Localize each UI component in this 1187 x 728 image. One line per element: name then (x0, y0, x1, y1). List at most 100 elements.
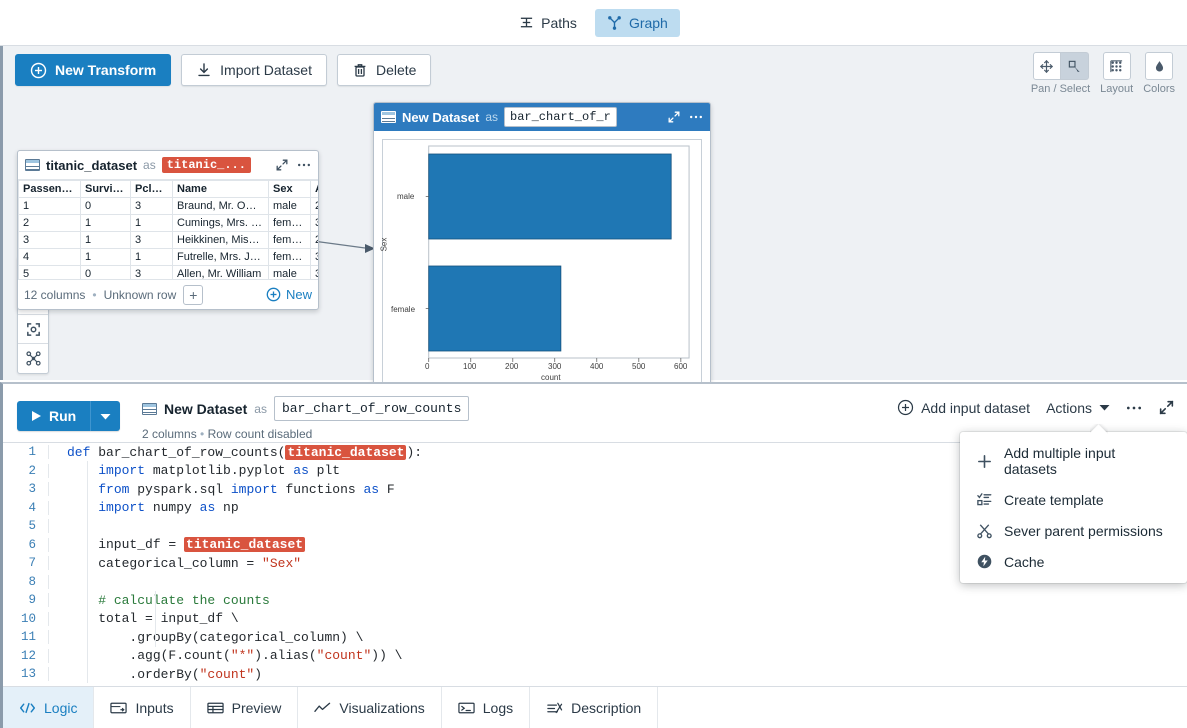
chevron-down-icon (1099, 404, 1110, 411)
bar-chart-svg (425, 145, 690, 362)
chart-line-icon (314, 701, 331, 715)
titanic-node-as-label: as (143, 158, 156, 172)
pan-icon[interactable] (1032, 52, 1061, 80)
titanic-new-button[interactable]: New (266, 287, 312, 302)
col-header: Pclass (130, 180, 173, 198)
line-number: 12 (3, 648, 49, 663)
colors-droplet-icon[interactable] (1145, 52, 1174, 80)
add-input-dataset-button[interactable]: Add input dataset (897, 399, 1030, 416)
tab-inputs[interactable]: Inputs (94, 687, 191, 728)
tab-description[interactable]: Description (530, 687, 659, 728)
tab-paths-label: Paths (541, 14, 577, 31)
line-number: 2 (3, 463, 49, 478)
graph-layout-icon[interactable] (18, 344, 48, 373)
bar-female (428, 265, 562, 352)
colors-label: Colors (1143, 83, 1175, 95)
titanic-node-footer: 12 columns • Unknown row + New (18, 279, 318, 309)
line-number: 9 (3, 593, 49, 608)
expand-icon[interactable] (275, 158, 289, 172)
code-text: # calculate the counts (98, 592, 270, 608)
code-text: def bar_chart_of_row_counts(titanic_data… (67, 444, 423, 460)
col-header: Ag (310, 180, 318, 198)
cell: female (268, 248, 311, 266)
cell: 1 (80, 248, 131, 266)
code-line: 10 total = input_df \ (3, 610, 1187, 629)
menu-item-add-multiple-input-datasets[interactable]: Add multiple input datasets (960, 438, 1187, 484)
cell: male (268, 265, 311, 279)
code-line: 12 .agg(F.count("*").alias("count")) \ (3, 647, 1187, 666)
colors-group: Colors (1143, 52, 1175, 95)
run-button[interactable]: Run (17, 401, 121, 431)
titanic-table-wrapper[interactable]: PassengerId Survived Pclass Name Sex Ag … (18, 179, 318, 279)
tab-graph[interactable]: Graph (594, 8, 680, 37)
cell: 35 (310, 265, 318, 279)
titanic-row-count: Unknown row (103, 287, 177, 302)
line-number: 13 (3, 667, 49, 682)
graph-canvas[interactable]: New Transform Import Dataset Delete Pan … (0, 46, 1187, 436)
chart-body: male female Sex 0 100 200 300 400 500 60… (374, 131, 710, 405)
code-text: import numpy as np (98, 500, 239, 516)
line-number: 1 (3, 445, 49, 460)
cell: Braund, Mr. Owen ... (172, 197, 269, 215)
tab-logs[interactable]: Logs (442, 687, 531, 728)
graph-actions-row: New Transform Import Dataset Delete (15, 54, 432, 86)
titanic-node-title: titanic_dataset (46, 157, 138, 173)
menu-item-create-template[interactable]: Create template (960, 484, 1187, 515)
expand-icon[interactable] (1158, 399, 1175, 416)
table-row: 1 0 3 Braund, Mr. Owen ... male 22 (18, 197, 318, 215)
delete-button[interactable]: Delete (336, 54, 432, 86)
menu-item-label: Add multiple input datasets (1004, 445, 1116, 477)
cell: Heikkinen, Miss. L... (172, 231, 269, 249)
chart-node-alias-input[interactable]: bar_chart_of_r (504, 107, 617, 127)
bar-chart: male female Sex 0 100 200 300 400 500 60… (379, 139, 702, 397)
dataset-icon (142, 402, 157, 415)
description-icon (546, 701, 563, 715)
tab-paths[interactable]: Paths (507, 9, 589, 37)
menu-item-sever-parent-permissions[interactable]: Sever parent permissions (960, 515, 1187, 546)
fit-to-screen-icon[interactable] (18, 315, 48, 344)
menu-item-label: Create template (1004, 491, 1104, 508)
line-number: 6 (3, 537, 49, 552)
new-transform-button[interactable]: New Transform (15, 54, 172, 86)
menu-item-label: Cache (1004, 553, 1045, 570)
cell: 4 (18, 248, 81, 266)
tab-preview[interactable]: Preview (191, 687, 299, 728)
editor-dataset-alias-input[interactable]: bar_chart_of_row_counts (273, 396, 470, 421)
code-text: .orderBy("count") (67, 666, 263, 682)
more-icon[interactable] (297, 162, 311, 168)
titanic-new-label: New (285, 287, 312, 302)
more-icon[interactable] (1126, 405, 1142, 411)
dropdown-arrow (1090, 424, 1108, 434)
layout-icon[interactable] (1102, 52, 1131, 80)
cell: 1 (130, 248, 173, 266)
import-dataset-button[interactable]: Import Dataset (181, 54, 327, 86)
run-label: Run (49, 408, 77, 424)
cell: 1 (130, 214, 173, 232)
tab-visualizations[interactable]: Visualizations (298, 687, 442, 728)
add-column-button[interactable]: + (183, 284, 204, 305)
select-icon[interactable] (1060, 52, 1089, 80)
run-dropdown-caret[interactable] (90, 401, 120, 431)
code-text: total = input_df \ (67, 611, 239, 627)
expand-icon[interactable] (667, 110, 681, 124)
line-number: 5 (3, 519, 49, 534)
separator: • (200, 427, 205, 441)
titanic-columns-count: 12 columns (24, 287, 86, 302)
plus-circle-icon (897, 399, 914, 416)
line-number: 10 (3, 611, 49, 626)
separator: • (92, 287, 97, 302)
actions-dropdown-button[interactable]: Actions (1046, 400, 1110, 416)
actions-label: Actions (1046, 399, 1092, 416)
menu-item-cache[interactable]: Cache (960, 546, 1187, 577)
code-text: .agg(F.count("*").alias("count")) \ (67, 648, 403, 664)
tab-visualizations-label: Visualizations (339, 699, 425, 716)
tab-preview-label: Preview (231, 699, 282, 716)
tab-logic[interactable]: Logic (3, 687, 95, 728)
more-icon[interactable] (689, 114, 703, 120)
node-titanic-dataset[interactable]: titanic_dataset as titanic_... Passenger… (17, 150, 319, 310)
editor-as-label: as (254, 401, 267, 416)
code-line: 9 # calculate the counts (3, 591, 1187, 610)
tab-inputs-label: Inputs (135, 699, 174, 716)
